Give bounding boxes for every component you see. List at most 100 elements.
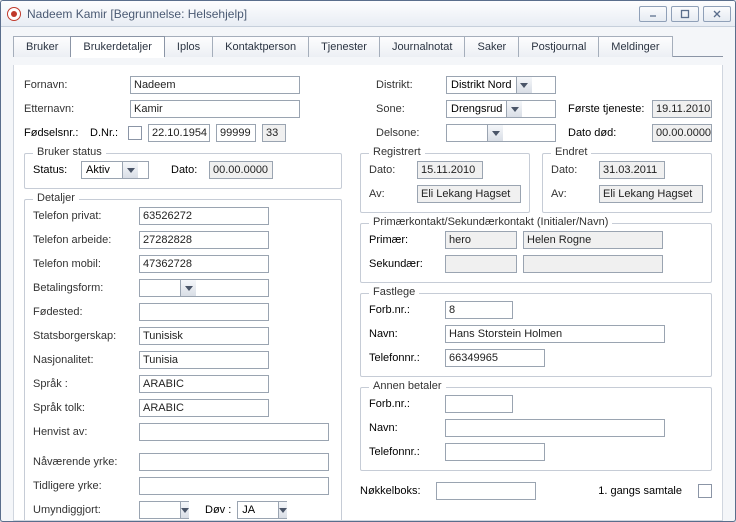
sone-select[interactable]: Drengsrud	[446, 100, 556, 118]
bruker-status-title: Bruker status	[33, 146, 106, 158]
endret-group: Endret Dato:31.03.2011 Av:Eli Lekang Hag…	[542, 153, 712, 213]
fl-tlf-field[interactable]: 66349965	[445, 349, 545, 367]
fl-tlf-label: Telefonnr.:	[369, 352, 439, 364]
nokkelboks-field[interactable]	[436, 482, 536, 500]
fl-forb-field[interactable]: 8	[445, 301, 513, 319]
chevron-down-icon	[278, 502, 287, 518]
sekundaer-ini-field	[445, 255, 517, 273]
tel-mob-field[interactable]: 47362728	[139, 255, 269, 273]
tolk-field[interactable]: ARABIC	[139, 399, 269, 417]
chevron-down-icon	[506, 101, 522, 117]
dov-select[interactable]: JA	[237, 501, 287, 519]
registrert-title: Registrert	[369, 146, 425, 158]
reg-dato-label: Dato:	[369, 164, 411, 176]
reg-av-label: Av:	[369, 188, 411, 200]
chevron-down-icon	[487, 125, 503, 141]
tel-priv-label: Telefon privat:	[33, 210, 133, 222]
birthdate-field[interactable]: 22.10.1954	[148, 124, 210, 142]
fl-navn-field[interactable]: Hans Storstein Holmen	[445, 325, 665, 343]
navy-field[interactable]	[139, 453, 329, 471]
tab-bruker[interactable]: Bruker	[13, 36, 71, 57]
minimize-button[interactable]	[639, 6, 667, 22]
tab-postjournal[interactable]: Postjournal	[518, 36, 599, 57]
chevron-down-icon	[516, 77, 532, 93]
betform-select[interactable]	[139, 279, 269, 297]
tel-arb-field[interactable]: 27282828	[139, 231, 269, 249]
tab-meldinger[interactable]: Meldinger	[598, 36, 672, 57]
close-button[interactable]	[703, 6, 731, 22]
detaljer-group: Detaljer Telefon privat:63526272 Telefon…	[24, 199, 342, 521]
dato-dod-label: Dato død:	[568, 127, 646, 139]
end-av-label: Av:	[551, 188, 593, 200]
nasj-label: Nasjonalitet:	[33, 354, 133, 366]
betaler-group: Annen betaler Forb.nr.: Navn: Telefonnr.…	[360, 387, 712, 471]
primaer-navn-field: Helen Rogne	[523, 231, 663, 249]
tab-tjenester[interactable]: Tjenester	[308, 36, 380, 57]
forste-tjeneste-label: Første tjeneste:	[568, 103, 646, 115]
statsb-field[interactable]: Tunisisk	[139, 327, 269, 345]
fornavn-field[interactable]: Nadeem	[130, 76, 300, 94]
bt-tlf-field[interactable]	[445, 443, 545, 461]
dnr-checkbox[interactable]	[128, 126, 142, 140]
etternavn-label: Etternavn:	[24, 103, 124, 115]
chevron-down-icon	[180, 280, 196, 296]
delsone-label: Delsone:	[376, 127, 440, 139]
bt-navn-field[interactable]	[445, 419, 665, 437]
maximize-button[interactable]	[671, 6, 699, 22]
fodested-field[interactable]	[139, 303, 269, 321]
pnr-field[interactable]: 99999	[216, 124, 256, 142]
forste-tjeneste-field: 19.11.2010	[652, 100, 712, 118]
dato-dod-field: 00.00.0000	[652, 124, 712, 142]
fodselsnr-label: Fødselsnr.:	[24, 127, 84, 139]
distrikt-label: Distrikt:	[376, 79, 440, 91]
umy-label: Umyndiggjort:	[33, 504, 133, 516]
dov-label: Døv :	[205, 504, 231, 516]
bt-navn-label: Navn:	[369, 422, 439, 434]
tab-journalnotat[interactable]: Journalnotat	[379, 36, 466, 57]
app-window: Nadeem Kamir [Begrunnelse: Helsehjelp] B…	[0, 0, 736, 522]
kontakt-group: Primærkontakt/Sekundærkontakt (Initialer…	[360, 223, 712, 283]
tel-arb-label: Telefon arbeide:	[33, 234, 133, 246]
status-label: Status:	[33, 164, 75, 176]
fodested-label: Fødested:	[33, 306, 133, 318]
tab-saker[interactable]: Saker	[464, 36, 519, 57]
end-dato-field: 31.03.2011	[599, 161, 665, 179]
fl-navn-label: Navn:	[369, 328, 439, 340]
tel-priv-field[interactable]: 63526272	[139, 207, 269, 225]
reg-dato-field: 15.11.2010	[417, 161, 483, 179]
betform-label: Betalingsform:	[33, 282, 133, 294]
tab-brukerdetaljer[interactable]: Brukerdetaljer	[70, 36, 164, 57]
etternavn-field[interactable]: Kamir	[130, 100, 300, 118]
status-dato-field: 00.00.0000	[209, 161, 273, 179]
henvist-label: Henvist av:	[33, 426, 133, 438]
bt-forb-field[interactable]	[445, 395, 513, 413]
bruker-status-group: Bruker status Status: Aktiv Dato: 00.00.…	[24, 153, 342, 189]
detaljer-title: Detaljer	[33, 192, 79, 204]
navy-label: Nåværende yrke:	[33, 456, 133, 468]
ctrl-field: 33	[262, 124, 286, 142]
gangs-label: 1. gangs samtale	[598, 485, 682, 497]
registrert-group: Registrert Dato:15.11.2010 Av:Eli Lekang…	[360, 153, 530, 213]
app-icon	[7, 7, 21, 21]
delsone-select[interactable]	[446, 124, 556, 142]
sprak-field[interactable]: ARABIC	[139, 375, 269, 393]
distrikt-select[interactable]: Distrikt Nord	[446, 76, 556, 94]
henvist-field[interactable]	[139, 423, 329, 441]
nasj-field[interactable]: Tunisia	[139, 351, 269, 369]
chevron-down-icon	[122, 162, 138, 178]
dnr-label: D.Nr.:	[90, 127, 122, 139]
statsb-label: Statsborgerskap:	[33, 330, 133, 342]
tab-kontaktperson[interactable]: Kontaktperson	[212, 36, 309, 57]
fastlege-group: Fastlege Forb.nr.:8 Navn:Hans Storstein …	[360, 293, 712, 377]
status-select[interactable]: Aktiv	[81, 161, 149, 179]
primaer-ini-field: hero	[445, 231, 517, 249]
fornavn-label: Fornavn:	[24, 79, 124, 91]
tolk-label: Språk tolk:	[33, 402, 133, 414]
end-av-field: Eli Lekang Hagset	[599, 185, 703, 203]
tidy-label: Tidligere yrke:	[33, 480, 133, 492]
tab-iplos[interactable]: Iplos	[164, 36, 213, 57]
gangs-checkbox[interactable]	[698, 484, 712, 498]
umy-select[interactable]	[139, 501, 189, 519]
tidy-field[interactable]	[139, 477, 329, 495]
fl-forb-label: Forb.nr.:	[369, 304, 439, 316]
